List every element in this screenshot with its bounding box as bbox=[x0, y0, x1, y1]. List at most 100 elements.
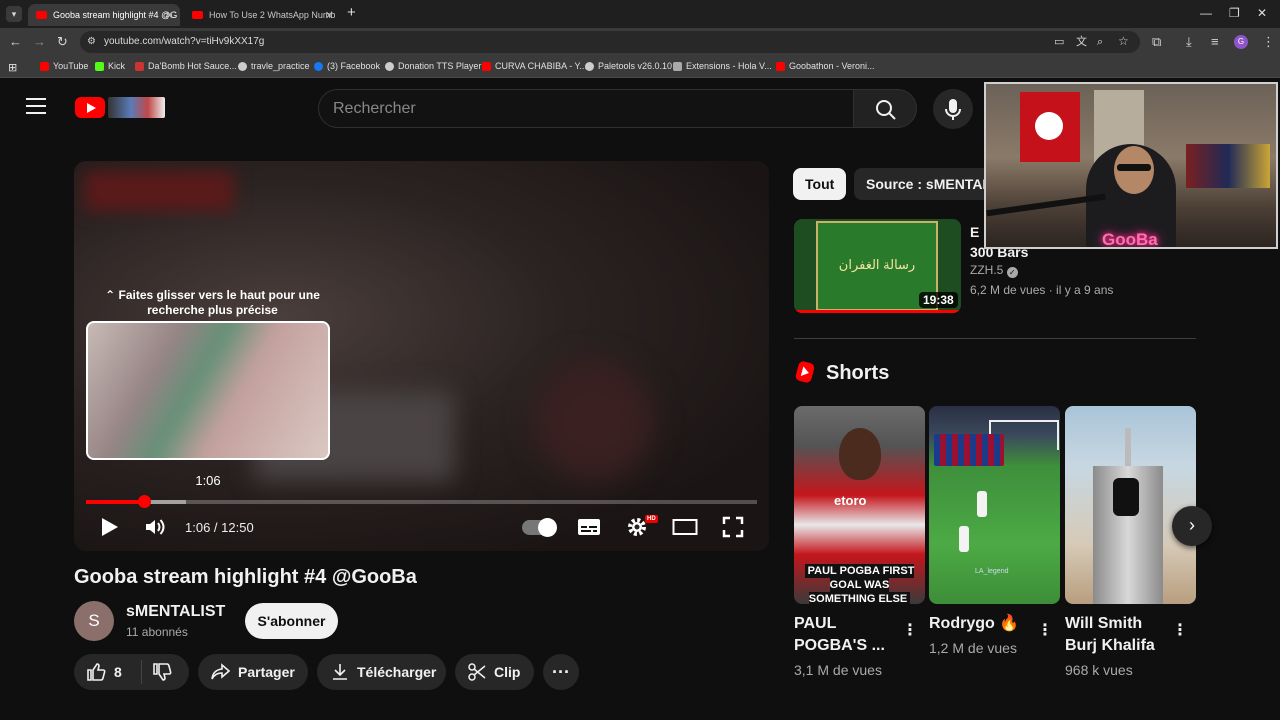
tab-close-icon[interactable]: ✕ bbox=[165, 9, 174, 22]
restore-icon[interactable]: ❐ bbox=[1229, 6, 1240, 20]
chip-all[interactable]: Tout bbox=[793, 168, 847, 200]
seek-preview-thumbnail bbox=[86, 321, 330, 460]
blurred-frame-region bbox=[534, 361, 654, 481]
short-thumbnail-will-smith[interactable] bbox=[1065, 406, 1196, 604]
scrubber-handle[interactable] bbox=[137, 495, 151, 508]
reload-icon[interactable]: ↻ bbox=[57, 34, 68, 50]
search-input[interactable] bbox=[333, 100, 833, 118]
youtube-bookmark-icon bbox=[482, 61, 491, 71]
more-actions-button[interactable]: ··· bbox=[543, 654, 579, 690]
doodle-logo-image[interactable] bbox=[108, 97, 165, 118]
progress-bar[interactable] bbox=[86, 495, 757, 508]
bookmark-curva-chabiba[interactable]: CURVA CHABIBA - Y... bbox=[482, 61, 587, 71]
youtube-logo[interactable] bbox=[75, 97, 105, 118]
subtitles-icon[interactable] bbox=[577, 517, 601, 537]
share-button[interactable]: Partager bbox=[198, 654, 308, 690]
short-more-icon[interactable]: ⋮ bbox=[902, 620, 918, 640]
bookmark-star-icon[interactable]: ☆ bbox=[1118, 33, 1129, 49]
tab-title: Gooba stream highlight #4 @G bbox=[53, 10, 178, 20]
bookmark-donation-tts[interactable]: Donation TTS Player bbox=[385, 61, 481, 71]
thumbs-down-icon bbox=[153, 663, 172, 681]
reading-list-icon[interactable]: ≡ bbox=[1211, 34, 1219, 50]
channel-avatar[interactable]: S bbox=[74, 601, 114, 641]
address-bar[interactable]: ⚙ youtube.com/watch?v=tiHv9kXX17g ▭ 文 ⌕ … bbox=[80, 31, 1140, 53]
player-shape bbox=[977, 491, 987, 517]
tab-close-icon[interactable]: ✕ bbox=[325, 9, 334, 22]
page-bottom-strip bbox=[0, 690, 1280, 720]
bookmark-extensions[interactable]: Extensions - Hola V... bbox=[673, 61, 772, 71]
cast-icon[interactable]: ▭ bbox=[1054, 34, 1064, 50]
bookmark-dabomb[interactable]: Da'Bomb Hot Sauce... bbox=[135, 61, 237, 71]
hamburger-menu-icon[interactable] bbox=[26, 98, 46, 118]
seek-precision-hint: ⌃ Faites glisser vers le haut pour une r… bbox=[105, 288, 320, 317]
bookmark-kick[interactable]: Kick bbox=[95, 61, 125, 71]
video-title: Gooba stream highlight #4 @GooBa bbox=[74, 566, 417, 588]
short-caption: PAUL POGBA FIRST GOAL WAS SOMETHING ELSE bbox=[800, 564, 919, 604]
kick-bookmark-icon bbox=[95, 61, 104, 71]
like-button[interactable] bbox=[86, 662, 106, 685]
bookmark-label: Donation TTS Player bbox=[398, 61, 482, 71]
search-button[interactable] bbox=[853, 89, 917, 128]
tab-whatsapp[interactable]: How To Use 2 WhatsApp Numb ✕ bbox=[184, 4, 340, 26]
player-shape bbox=[959, 526, 969, 552]
short-thumbnail-rodrygo[interactable]: LA_legend bbox=[929, 406, 1060, 604]
shorts-next-chevron-icon[interactable]: › bbox=[1172, 506, 1212, 546]
bookmark-travle[interactable]: travle_practice bbox=[238, 61, 310, 71]
zoom-icon[interactable]: ⌕ bbox=[1097, 34, 1103, 50]
extensions-icon[interactable]: ⧉ bbox=[1152, 34, 1161, 50]
short-title[interactable]: Will Smith Burj Khalifa bbox=[1065, 613, 1165, 657]
facebook-icon bbox=[314, 61, 323, 71]
short-thumbnail-pogba[interactable]: etoro PAUL POGBA FIRST GOAL WAS SOMETHIN… bbox=[794, 406, 925, 604]
forward-icon[interactable]: → bbox=[33, 34, 46, 50]
translate-icon[interactable]: 文 bbox=[1076, 34, 1087, 50]
bookmark-label: Paletools v26.0.10 bbox=[598, 61, 673, 71]
like-count: 8 bbox=[114, 664, 122, 680]
bookmark-youtube[interactable]: YouTube bbox=[40, 61, 88, 71]
profile-avatar-icon[interactable]: G bbox=[1234, 35, 1248, 49]
short-title[interactable]: Rodrygo 🔥 bbox=[929, 613, 1029, 635]
dislike-button[interactable] bbox=[152, 662, 172, 685]
watched-progress-bar bbox=[794, 310, 961, 313]
new-tab-button[interactable]: + bbox=[347, 4, 356, 21]
tab-gooba-stream[interactable]: Gooba stream highlight #4 @G ✕ bbox=[28, 4, 180, 26]
play-button[interactable] bbox=[100, 517, 120, 537]
blurred-frame-region bbox=[84, 171, 234, 211]
fullscreen-icon[interactable] bbox=[722, 516, 744, 538]
bookmark-facebook[interactable]: (3) Facebook bbox=[314, 61, 380, 71]
puzzle-icon bbox=[673, 61, 682, 71]
apps-grid-icon[interactable]: ⊞ bbox=[8, 61, 17, 74]
short-more-icon[interactable]: ⋮ bbox=[1037, 620, 1053, 640]
chip-source[interactable]: Source : sMENTAL bbox=[854, 168, 1003, 200]
voice-search-button[interactable] bbox=[933, 89, 973, 129]
channel-name[interactable]: sMENTALIST bbox=[126, 603, 225, 621]
site-info-icon[interactable]: ⚙ bbox=[87, 34, 96, 50]
streamer-webcam-overlay: GooBa bbox=[984, 82, 1278, 249]
bookmark-paletools[interactable]: Paletools v26.0.10 bbox=[585, 61, 672, 71]
back-icon[interactable]: ← bbox=[9, 34, 22, 50]
theater-mode-icon[interactable] bbox=[672, 518, 698, 536]
clip-label: Clip bbox=[494, 664, 521, 680]
bookmark-label: YouTube bbox=[53, 61, 89, 71]
person-shape bbox=[1113, 478, 1139, 516]
url-text: youtube.com/watch?v=tiHv9kXX17g bbox=[104, 36, 265, 47]
clip-button[interactable]: Clip bbox=[455, 654, 534, 690]
autoplay-toggle[interactable] bbox=[522, 518, 557, 537]
short-caption-text: PAUL POGBA FIRST GOAL WAS SOMETHING ELSE bbox=[804, 564, 915, 604]
volume-icon[interactable] bbox=[144, 517, 166, 537]
subscribe-button[interactable]: S'abonner bbox=[245, 603, 338, 639]
short-title[interactable]: PAUL POGBA'S ... bbox=[794, 613, 894, 657]
recommended-channel[interactable]: ZZH.5 ✓ bbox=[970, 263, 1018, 278]
short-more-icon[interactable]: ⋮ bbox=[1172, 620, 1188, 640]
bookmark-label: Goobathon - Veroni... bbox=[789, 61, 875, 71]
tab-search-icon[interactable]: ▾ bbox=[6, 6, 22, 22]
bookmark-label: Extensions - Hola V... bbox=[686, 61, 772, 71]
minimize-icon[interactable]: — bbox=[1200, 6, 1212, 20]
browser-menu-icon[interactable]: ⋮ bbox=[1262, 34, 1275, 50]
bookmark-goobathon[interactable]: Goobathon - Veroni... bbox=[776, 61, 875, 71]
close-window-icon[interactable]: ✕ bbox=[1257, 6, 1267, 20]
like-dislike-group: 8 bbox=[74, 654, 189, 690]
download-label: Télécharger bbox=[357, 664, 437, 680]
time-display: 1:06 / 12:50 bbox=[185, 520, 254, 535]
downloads-icon[interactable]: ⤓ bbox=[1186, 34, 1192, 50]
download-button[interactable]: Télécharger bbox=[317, 654, 446, 690]
